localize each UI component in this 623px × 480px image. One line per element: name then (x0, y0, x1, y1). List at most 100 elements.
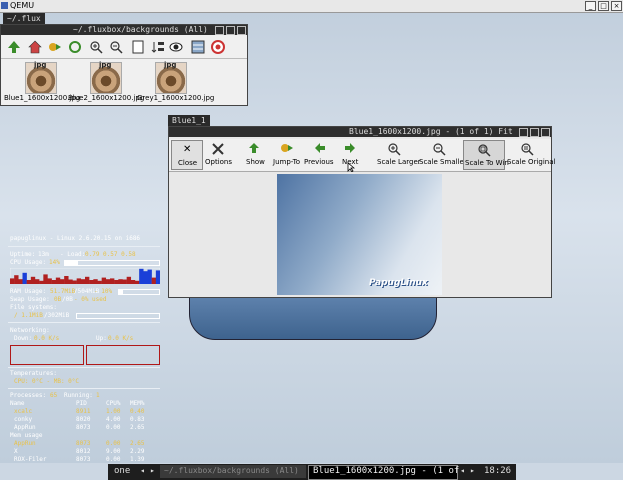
minimize-button[interactable]: _ (585, 1, 596, 11)
ram-label: RAM Usage: (10, 288, 47, 295)
next-button[interactable]: Next (337, 140, 363, 172)
cpu-graph-bar (97, 280, 102, 284)
zoom-in-icon[interactable] (89, 40, 103, 54)
flux-close-button[interactable] (237, 26, 246, 35)
viewer-minimize-button[interactable] (519, 128, 528, 137)
file-name[interactable]: Blue2_1600x1200.jpg (68, 94, 144, 102)
viewer-close-button[interactable] (541, 128, 550, 137)
close-viewer-button[interactable]: ✕ Close (171, 140, 203, 170)
cpu-graph-bar (47, 278, 52, 284)
hidden-files-icon[interactable] (169, 40, 183, 54)
swap-value: 0B (54, 296, 62, 303)
task-flux[interactable]: ~/.fluxbox/backgrounds (All) (160, 465, 306, 478)
zoom-in-icon (388, 143, 401, 156)
scale-larger-button[interactable]: Scale Larger (373, 140, 421, 168)
up-label: Up: (96, 335, 107, 342)
viewer-title: Blue1_1600x1200.jpg - (1 of 1) Fit (349, 127, 513, 136)
workspace-prev-icon[interactable]: ◂ (140, 466, 145, 475)
image-watermark: PapugLinux (369, 278, 428, 288)
viewer-maximize-button[interactable] (530, 128, 539, 137)
filesystems-label: File systems: (10, 304, 57, 311)
cpu-usage-value: 14% (49, 259, 60, 266)
cpu-graph-bar (122, 279, 127, 284)
process-mem: 0.83 (130, 416, 145, 423)
task-prev-icon[interactable]: ◂ (460, 466, 465, 475)
refresh-icon[interactable] (68, 40, 82, 54)
jump-to-button[interactable]: Jump-To (271, 140, 303, 168)
sort-icon[interactable] (151, 40, 165, 54)
processes-count: 65 (50, 392, 58, 399)
task-next-icon[interactable]: ▸ (470, 466, 475, 475)
cpu-graph-bar (135, 280, 140, 284)
help-icon[interactable] (211, 40, 225, 54)
networking-label: Networking: (10, 327, 50, 334)
qemu-titlebar: QEMU _ □ × (0, 0, 623, 13)
col-pid: PID (76, 400, 87, 407)
divider (8, 388, 160, 389)
workspace-next-icon[interactable]: ▸ (150, 466, 155, 475)
jump-icon[interactable] (48, 40, 62, 54)
scale-to-win-button[interactable]: Scale To Win (463, 140, 509, 170)
previous-button[interactable]: Previous (303, 140, 337, 168)
process-pid: 8020 (76, 416, 91, 423)
process-cpu: 4.00 (106, 416, 121, 423)
cpu-graph-bar (139, 268, 144, 284)
flux-maximize-button[interactable] (226, 26, 235, 35)
process-cpu: 1.00 (106, 408, 121, 415)
viewer-titlebar[interactable]: Blue1_1600x1200.jpg - (1 of 1) Fit (169, 127, 551, 137)
process-name: ROX-Filer (14, 456, 47, 463)
process-pid: 8911 (76, 408, 91, 415)
down-value: 0.0 K/s (34, 335, 60, 342)
cpu-graph-bar (105, 279, 111, 284)
swap-total: /0B (62, 296, 73, 303)
up-value: 0.0 K/s (108, 335, 134, 342)
process-mem: 2.29 (130, 448, 145, 455)
cpu-graph (10, 268, 160, 284)
cpu-graph-bar (35, 279, 40, 284)
cpu-graph-bar (130, 280, 136, 284)
select-all-icon[interactable] (131, 40, 145, 54)
cpu-graph-bar (118, 279, 123, 284)
upload-graph (86, 345, 160, 365)
close-button[interactable]: × (611, 1, 622, 11)
cpu-graph-bar (110, 278, 115, 284)
cpu-graph-bar (114, 280, 119, 284)
flux-minimize-button[interactable] (215, 26, 224, 35)
cpu-graph-bar (68, 279, 73, 284)
flux-window: ~/.fluxbox/backgrounds (All) jpg Blue1_1… (0, 24, 248, 106)
maximize-button[interactable]: □ (598, 1, 609, 11)
zoom-out-icon[interactable] (109, 40, 123, 54)
ram-percent: - 10% (94, 288, 113, 295)
task-viewer[interactable]: Blue1_1600x1200.jpg - (1 of (308, 465, 459, 480)
window-tab-viewer[interactable]: Blue1_1 (168, 115, 210, 126)
scale-original-button[interactable]: Scale Original (505, 140, 555, 168)
details-icon[interactable] (191, 40, 205, 54)
scale-smaller-button[interactable]: Scale Smaller (417, 140, 467, 168)
zoom-original-icon (521, 143, 534, 156)
divider (8, 322, 160, 323)
workspace-name[interactable]: one (114, 466, 130, 476)
cpu-graph-bar (22, 272, 27, 284)
qemu-window-title: QEMU (10, 1, 35, 10)
process-mem: 0.40 (130, 408, 145, 415)
process-name: AppRun (14, 424, 36, 431)
show-button[interactable]: Show (239, 140, 271, 168)
flux-toolbar (1, 36, 247, 59)
cpu-graph-bar (76, 278, 82, 284)
displayed-image[interactable]: PapugLinux (277, 174, 442, 295)
home-icon[interactable] (28, 40, 42, 54)
flux-titlebar[interactable]: ~/.fluxbox/backgrounds (All) (1, 25, 247, 35)
process-cpu: 0.00 (106, 456, 121, 463)
jump-icon (281, 144, 293, 152)
process-cpu: 0.00 (106, 424, 121, 431)
swap-label: Swap Usage: (10, 296, 50, 303)
up-arrow-icon[interactable] (7, 40, 21, 54)
taskbar: one ◂ ▸ ~/.fluxbox/backgrounds (All) Blu… (108, 464, 516, 480)
process-cpu: 9.00 (106, 448, 121, 455)
divider (8, 246, 160, 247)
options-button[interactable]: Options (203, 140, 233, 168)
cpu-graph-bar (43, 274, 48, 284)
load-value: 0.79 0.57 0.58 (85, 251, 136, 258)
window-tab-flux[interactable]: ~/.flux (3, 13, 45, 24)
file-name[interactable]: Grey1_1600x1200.jpg (137, 94, 214, 102)
